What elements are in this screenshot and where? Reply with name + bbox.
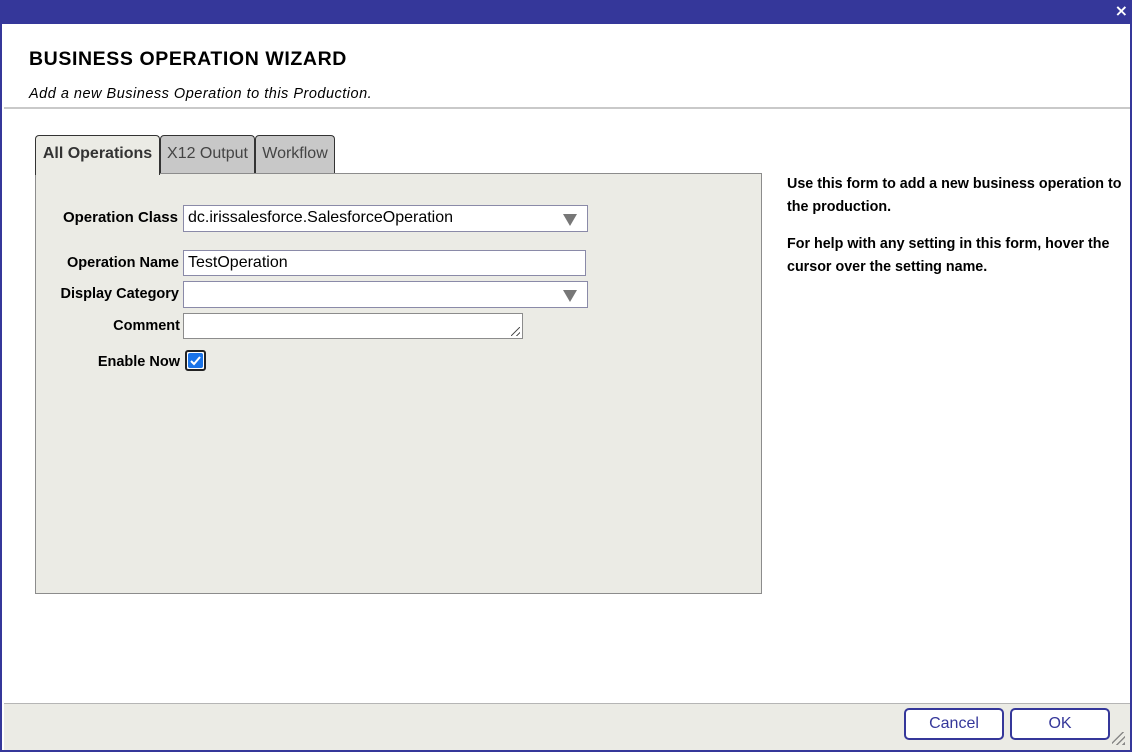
dropdown-arrow-icon [563, 290, 577, 302]
display-category-select[interactable] [183, 281, 588, 308]
title-bar: × [2, 0, 1132, 24]
wizard-dialog: × BUSINESS OPERATION WIZARD Add a new Bu… [0, 0, 1132, 752]
form-panel [35, 173, 762, 594]
operation-class-label: Operation Class [62, 209, 178, 226]
operation-name-label: Operation Name [67, 255, 179, 271]
help-text-2: For help with any setting in this form, … [787, 236, 1110, 275]
comment-label: Comment [113, 318, 180, 334]
header-divider [4, 107, 1130, 109]
resize-grip-icon[interactable] [511, 327, 520, 336]
operation-class-select[interactable]: dc.irissalesforce.SalesforceOperation [183, 205, 588, 232]
dialog-title: BUSINESS OPERATION WIZARD [29, 48, 347, 70]
enable-now-checkbox[interactable] [185, 350, 206, 371]
close-icon[interactable]: × [1115, 2, 1128, 20]
display-category-label: Display Category [60, 286, 179, 302]
dialog-subtitle: Add a new Business Operation to this Pro… [29, 86, 373, 102]
comment-textarea[interactable] [183, 313, 523, 339]
enable-now-label: Enable Now [97, 354, 180, 370]
operation-class-value: dc.irissalesforce.SalesforceOperation [188, 209, 454, 226]
help-text-1: Use this form to add a new business oper… [787, 176, 1122, 215]
ok-button[interactable]: OK [1010, 708, 1110, 740]
operation-name-input[interactable]: TestOperation [183, 250, 586, 276]
window-resize-icon[interactable] [1112, 732, 1125, 745]
tab-all-operations[interactable]: All Operations [35, 135, 160, 175]
checkmark-icon [190, 356, 201, 366]
tab-x12-output[interactable]: X12 Output [160, 135, 255, 173]
cancel-button[interactable]: Cancel [904, 708, 1004, 740]
dropdown-arrow-icon [563, 214, 577, 226]
tab-workflow[interactable]: Workflow [255, 135, 335, 173]
